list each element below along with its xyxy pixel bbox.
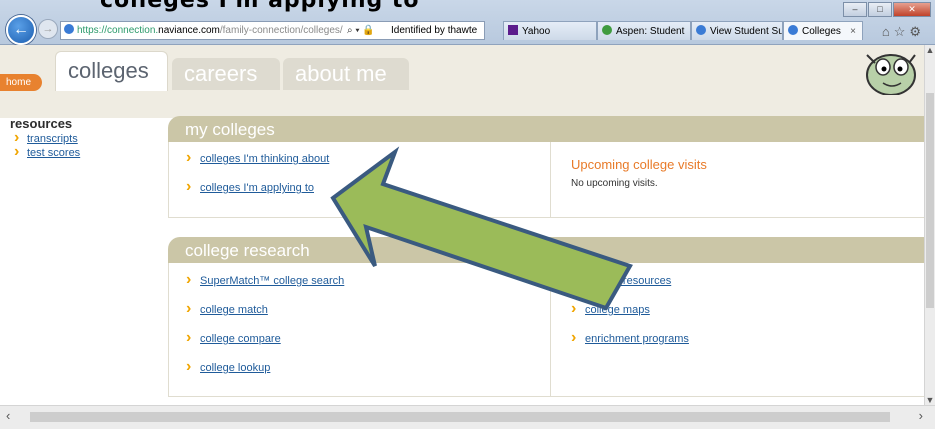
url-path: /family-connection/colleges/ — [219, 25, 343, 36]
scroll-left-icon[interactable]: ‹ — [6, 408, 10, 423]
tab-yahoo[interactable]: Yahoo — [503, 21, 597, 40]
enrichment-programs-link[interactable]: enrichment programs — [571, 329, 689, 347]
horizontal-scroll-thumb[interactable] — [30, 412, 890, 422]
home-icon[interactable]: ⌂ — [882, 24, 894, 39]
tab-colleges[interactable]: Colleges × — [783, 21, 863, 40]
aspen-icon — [602, 25, 612, 35]
visits-text: No upcoming visits. — [571, 178, 658, 189]
college-lookup-link[interactable]: college lookup — [186, 358, 270, 376]
identity-label[interactable]: Identified by thawte — [391, 22, 477, 39]
college-maps-link[interactable]: college maps — [571, 300, 650, 318]
college-research-body: SuperMatch™ college search college match… — [168, 263, 925, 397]
tab-label: View Student Su... — [710, 26, 783, 37]
naviance-icon — [788, 25, 798, 35]
my-colleges-panel: my colleges colleges I'm thinking about … — [168, 116, 925, 218]
scroll-up-icon[interactable]: ▲ — [925, 45, 935, 55]
close-button[interactable]: ✕ — [893, 2, 931, 17]
overlay-title: colleges I'm applying to — [100, 0, 420, 13]
vertical-scroll-thumb[interactable] — [926, 93, 934, 308]
minimize-button[interactable]: – — [843, 2, 867, 17]
vertical-scrollbar[interactable]: ▲ ▼ — [924, 45, 935, 405]
mascot-logo — [866, 54, 916, 95]
transcripts-link[interactable]: transcripts — [10, 129, 150, 147]
test-scores-link[interactable]: test scores — [10, 143, 150, 161]
back-arrow-icon[interactable]: ← — [6, 15, 36, 45]
naviance-icon — [696, 25, 706, 35]
resources-title: resources — [10, 116, 73, 131]
toolbar-icons: ⌂☆⚙ — [882, 24, 925, 40]
applying-to-link[interactable]: colleges I'm applying to — [186, 178, 314, 196]
yahoo-icon — [508, 25, 518, 35]
tab-label: Aspen: Student — [616, 26, 685, 37]
close-tab-icon[interactable]: × — [850, 22, 856, 40]
url-scheme: https://connection. — [77, 25, 159, 36]
tab-about-me-nav[interactable]: about me — [283, 58, 409, 90]
star-icon[interactable]: ☆ — [894, 24, 910, 39]
tab-colleges-nav[interactable]: colleges — [55, 51, 168, 91]
tab-aspen[interactable]: Aspen: Student — [597, 21, 691, 40]
college-research-panel: college research SuperMatch™ college sea… — [168, 237, 925, 397]
supermatch-link[interactable]: SuperMatch™ college search — [186, 271, 344, 289]
top-banner: home colleges careers about me — [0, 45, 925, 118]
address-bar[interactable]: https://connection.naviance.com/family-c… — [60, 21, 485, 40]
url-host: naviance.com — [158, 25, 220, 36]
visits-title: Upcoming college visits — [571, 157, 707, 172]
tab-view-student[interactable]: View Student Su... — [691, 21, 783, 40]
window-controls: – □ ✕ — [843, 2, 931, 17]
browser-toolbar: colleges I'm applying to – □ ✕ ← → https… — [0, 0, 935, 45]
college-compare-link[interactable]: college compare — [186, 329, 281, 347]
maximize-button[interactable]: □ — [868, 2, 892, 17]
college-research-title: college research — [168, 237, 925, 263]
scroll-down-icon[interactable]: ▼ — [925, 395, 935, 405]
page-content: home colleges careers about me resources… — [0, 45, 925, 405]
tab-label: Colleges — [802, 26, 841, 37]
site-icon — [64, 24, 74, 34]
search-icon[interactable]: ⌕ ▾ 🔒 — [347, 22, 375, 39]
tab-careers-nav[interactable]: careers — [172, 58, 280, 90]
resources-sidebar: resources transcripts test scores — [10, 116, 150, 161]
thinking-about-link[interactable]: colleges I'm thinking about — [186, 149, 329, 167]
forward-arrow-icon[interactable]: → — [38, 19, 58, 39]
scroll-right-icon[interactable]: › — [919, 408, 923, 423]
my-colleges-body: colleges I'm thinking about colleges I'm… — [168, 142, 925, 218]
home-link[interactable]: home — [0, 74, 42, 91]
tab-label: Yahoo — [522, 26, 551, 37]
my-colleges-title: my colleges — [168, 116, 925, 142]
horizontal-scrollbar[interactable]: ‹ › — [0, 405, 935, 429]
college-match-link[interactable]: college match — [186, 300, 268, 318]
gear-icon[interactable]: ⚙ — [909, 24, 925, 39]
college-resources-link[interactable]: college resources — [571, 271, 671, 289]
